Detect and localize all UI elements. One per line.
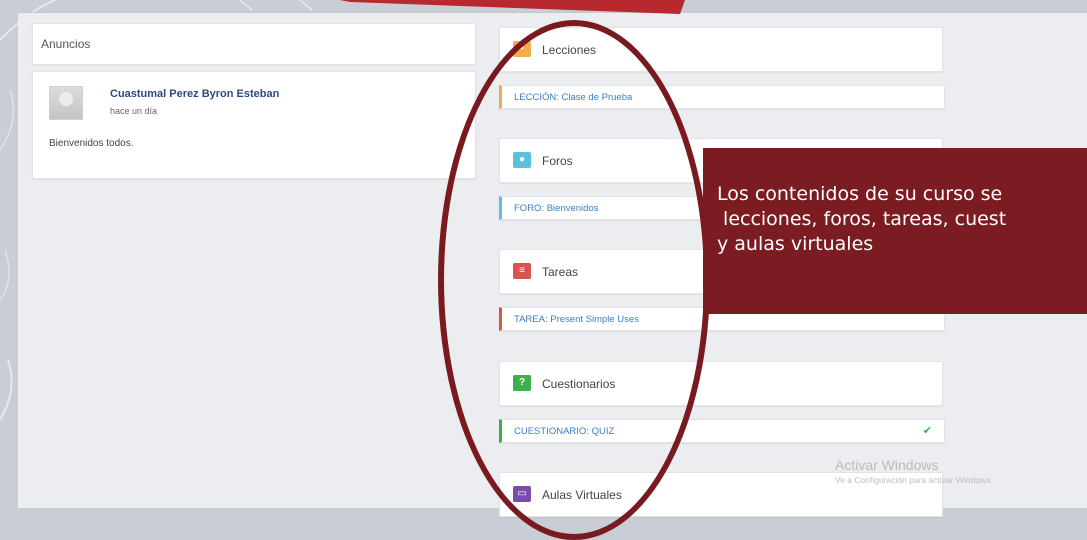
lecciones-header: ▪ Lecciones [499,27,943,72]
list-icon: ≡ [513,263,531,279]
chat-icon: ● [513,152,531,168]
tareas-title: Tareas [542,265,579,279]
lesson-item[interactable]: LECCIÓN: Clase de Prueba [499,85,945,109]
foros-title: Foros [542,154,573,168]
watermark-subtitle: Ve a Configuración para activar Windows. [835,475,993,485]
lesson-link[interactable]: LECCIÓN: Clase de Prueba [514,92,632,103]
lecciones-title: Lecciones [542,43,597,57]
cuestionarios-header: ? Cuestionarios [499,361,943,406]
avatar[interactable] [49,86,83,120]
question-icon: ? [513,375,531,391]
forum-link[interactable]: FORO: Bienvenidos [514,203,598,214]
briefcase-icon: ▪ [513,41,531,57]
monitor-icon: ▭ [513,486,531,502]
check-icon: ✔ [922,425,932,437]
top-decoration [340,0,685,14]
announcement-time: hace un día [110,106,158,116]
watermark-title: Activar Windows [835,457,939,473]
announcements-title: Anuncios [41,37,91,51]
aulas-virtuales-title: Aulas Virtuales [542,488,622,502]
announcement-message: Bienvenidos todos. [49,138,134,149]
announcement-author-link[interactable]: Cuastumal Perez Byron Esteban [110,88,279,100]
quiz-link[interactable]: CUESTIONARIO: QUIZ [514,426,614,437]
announcements-panel-header: Anuncios [32,23,476,65]
activate-windows-watermark: Activar Windows Ve a Configuración para … [835,457,993,485]
announcement-card: Cuastumal Perez Byron Esteban hace un dí… [32,71,476,179]
callout-text: Los contenidos de su curso se lecciones,… [717,183,1007,255]
quiz-item[interactable]: CUESTIONARIO: QUIZ ✔ [499,419,945,443]
task-link[interactable]: TAREA: Present Simple Uses [514,314,639,325]
cuestionarios-title: Cuestionarios [542,377,616,391]
annotation-callout: Los contenidos de su curso se lecciones,… [703,148,1087,314]
